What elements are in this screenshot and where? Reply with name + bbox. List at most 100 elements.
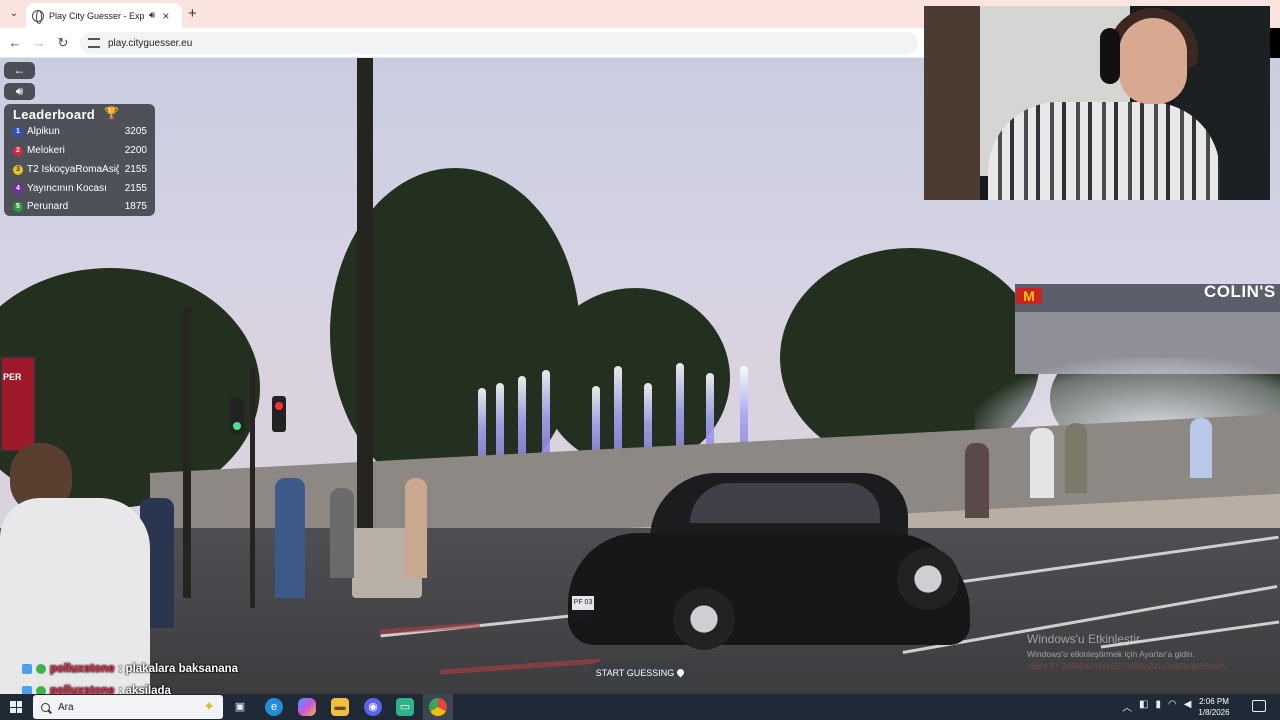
lamp-post [357,58,373,538]
globe-icon [32,9,44,24]
car-wheel [897,548,959,610]
system-tray: ︿ ◧ ▮ ◠ ◀︎ [1122,699,1191,714]
clock-date: 1/8/2026 [1198,708,1230,717]
tab-search-chevron-icon[interactable]: ⌄ [6,6,22,22]
car-wheel [673,588,735,650]
rank-badge: 1 [13,126,23,137]
site-settings-icon[interactable] [88,38,100,48]
search-placeholder: Ara [58,701,74,713]
windows-activation-watermark: Windows'u Etkinleştir Windows'u etkinleş… [1027,632,1225,671]
chat-badge-icon [36,664,46,674]
chat-username: polluxstone [50,663,115,675]
forward-button[interactable]: → [30,34,48,52]
clock-time: 2:06 PM [1199,697,1229,706]
player-score: 2155 [124,183,147,194]
camera-icon[interactable]: ◧ [1139,699,1148,714]
tab-title: Play City Guesser - Explore [49,10,144,21]
rank-badge: 2 [13,145,23,156]
video-id: Video ID: 243424241s262T2d2j3e201y3e3f2u… [1027,662,1225,671]
notifications-icon[interactable] [1252,700,1266,712]
webcam-overlay [924,6,1270,200]
player-score: 3205 [124,126,147,137]
taskbar: Ara ✦ ▣ e ▬ ◉ ▭ ︿ ◧ ▮ ◠ ◀︎ 2:06 PM 1/8/2… [0,694,1280,720]
advertising-sign: PER [0,356,36,452]
player-name: Yayıncının Kocası [27,183,107,194]
rank-badge: 4 [13,183,23,194]
traffic-light [272,396,286,432]
tab-city-guesser[interactable]: Play City Guesser - Explore 🔊︎ × [26,3,182,28]
chrome-icon[interactable] [429,698,447,716]
pedestrian [275,478,305,598]
chat-badge-icon [22,664,32,674]
player-name: Alpikun [27,126,60,137]
license-plate: PF 03 NSR [572,596,594,620]
leaderboard-row: 4 Yayıncının Kocası 2155 [13,181,147,196]
activation-title: Windows'u Etkinleştir [1027,632,1140,646]
streamer-face [1119,18,1187,104]
game-back-button[interactable]: ← [4,62,35,79]
terminal-icon[interactable]: ▭ [396,698,414,716]
url-field[interactable]: play.cityguesser.eu [80,32,918,54]
tree [540,288,730,468]
pedestrian [1065,423,1087,493]
back-button[interactable]: ← [6,34,24,52]
windows-start-icon[interactable] [10,701,22,713]
rank-badge: 5 [13,201,23,212]
pedestrian [330,488,354,578]
file-explorer-icon[interactable]: ▬ [331,698,349,716]
player-name: Perunard [27,201,69,212]
address-bar: ← → ↻ play.cityguesser.eu [0,28,924,58]
activation-subtitle: Windows'u etkinleştirmek için Ayarlar'a … [1027,649,1195,659]
copilot-icon[interactable] [298,698,316,716]
clock[interactable]: 2:06 PM 1/8/2026 [1196,696,1232,718]
pedestrian [965,443,989,518]
task-view-icon[interactable]: ▣ [231,698,249,716]
map-pin-icon [675,667,686,678]
microphone-icon[interactable]: ▮ [1155,699,1161,714]
trophy-icon: 🏆 [104,106,119,120]
chevron-up-icon[interactable]: ︿ [1122,699,1132,714]
start-guessing-label: START GUESSING [595,667,675,678]
red-light-icon [275,402,283,410]
player-name: T2 İskoçyaRomaAsiği [27,164,119,175]
volume-icon[interactable]: ◀︎ [1184,699,1192,714]
car-window [690,483,880,523]
headphones-icon [1100,28,1120,84]
chat-message: polluxstone : plakalara baksanana [22,662,238,676]
speaker-icon: 🔊︎ [15,84,24,98]
leaderboard-row: 1 Alpikun 3205 [13,124,147,139]
edge-icon[interactable]: e [265,698,283,716]
taskbar-search[interactable]: Ara ✦ [33,695,223,719]
mcdonalds-sign: M [1016,288,1042,304]
advertising-sign-text: PER [3,372,22,382]
url-text: play.cityguesser.eu [108,37,193,49]
colins-sign: COLIN'S [1204,282,1276,301]
leaderboard-row: 2 Melokeri 2200 [13,143,147,158]
wifi-icon[interactable]: ◠ [1168,699,1177,714]
speaker-icon[interactable]: 🔊︎ [149,10,155,21]
player-name: Melokeri [27,145,65,156]
webcam-background-door [924,6,980,200]
reload-button[interactable]: ↻ [54,34,72,52]
pedestrian [405,478,427,578]
leaderboard-row: 3 T2 İskoçyaRomaAsiği 2155 [13,162,147,177]
pedestrian [1190,418,1212,478]
player-score: 2200 [124,145,147,156]
tab-close-button[interactable]: × [162,9,169,23]
discord-icon[interactable]: ◉ [364,698,382,716]
leaderboard-row: 5 Perunard 1875 [13,199,147,214]
traffic-light [230,398,244,434]
screen: ⌄ Play City Guesser - Explore 🔊︎ × + ← →… [0,0,1280,720]
leaderboard: Leaderboard 🏆 1 Alpikun 3205 2 Melokeri … [4,104,155,216]
streamer-shirt [988,102,1220,200]
street-light-pole [183,308,191,598]
start-guessing-button[interactable]: START GUESSING [592,662,688,683]
rank-badge: 3 [13,164,23,175]
new-tab-button[interactable]: + [188,5,197,22]
sound-toggle-button[interactable]: 🔊︎ [4,83,35,100]
player-score: 2155 [124,164,147,175]
sparkle-icon: ✦ [203,698,215,714]
leaderboard-title: Leaderboard [13,107,96,122]
green-light-icon [233,422,241,430]
pedestrian [1030,428,1054,498]
